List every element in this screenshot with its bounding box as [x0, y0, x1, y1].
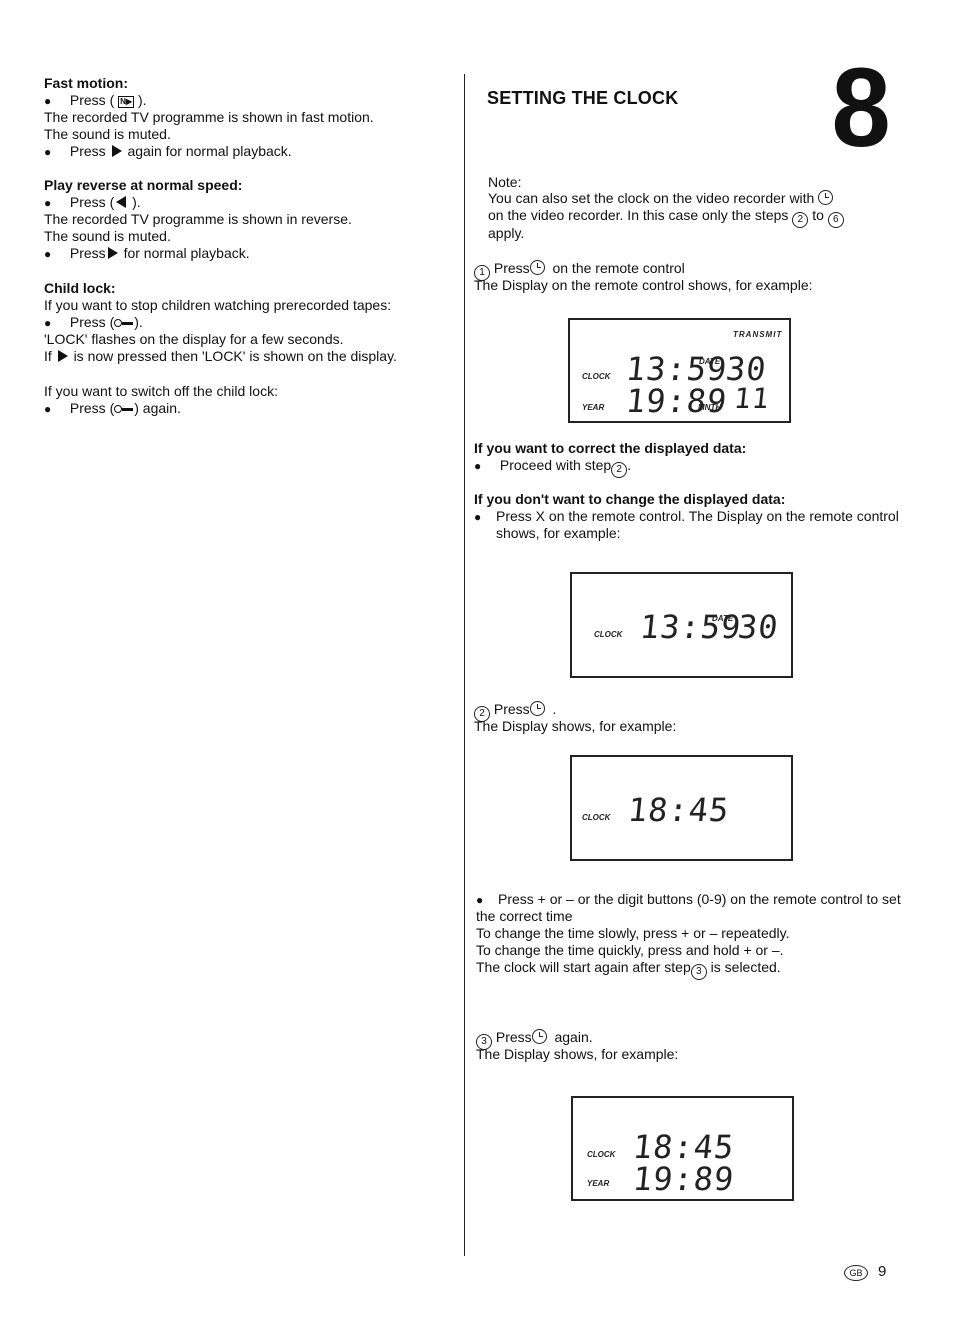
- date-label: DATE: [699, 357, 721, 366]
- transmit-indicator: TRANSMIT: [733, 330, 783, 339]
- clock-value: 18:45: [626, 791, 732, 829]
- play-reverse-step1: Press ( ).: [44, 194, 141, 212]
- year-value: 19:89: [631, 1160, 737, 1198]
- step2-line2: The Display shows, for example:: [474, 718, 677, 734]
- clock-label-flashing: CLOCK: [582, 813, 611, 822]
- correct-heading: If you want to correct the displayed dat…: [474, 440, 747, 456]
- play-reverse-step2: Press for normal playback.: [44, 245, 250, 263]
- fast-motion-line2: The sound is muted.: [44, 126, 171, 142]
- column-divider: [464, 74, 465, 1256]
- play-reverse-line1: The recorded TV programme is shown in re…: [44, 211, 352, 227]
- lcd-display-3: CLOCK 18:45: [570, 755, 793, 861]
- child-lock-heading: Child lock:: [44, 280, 116, 296]
- child-lock-switch-off-intro: If you want to switch off the child lock…: [44, 383, 278, 399]
- step-number-icon: 2: [792, 212, 809, 228]
- child-lock-line1: 'LOCK' flashes on the display for a few …: [44, 331, 344, 347]
- date-label: DATE: [712, 614, 734, 623]
- play-reverse-heading: Play reverse at normal speed:: [44, 177, 243, 193]
- step3-line2: The Display shows, for example:: [476, 1046, 679, 1062]
- fast-motion-line1: The recorded TV programme is shown in fa…: [44, 109, 374, 125]
- step-number-icon: 3: [690, 964, 707, 980]
- note-line1: You can also set the clock on the video …: [488, 190, 834, 207]
- child-lock-line2: If is now pressed then 'LOCK' is shown o…: [44, 348, 397, 364]
- fast-motion-heading: Fast motion:: [44, 75, 128, 91]
- lcd-display-2: CLOCK 13:59 DATE 30: [570, 572, 793, 678]
- fast-forward-button-icon: N▶: [118, 96, 135, 108]
- country-badge: GB: [844, 1265, 868, 1281]
- year-label-flashing: YEAR: [587, 1179, 610, 1188]
- clock-button-icon: [529, 701, 545, 716]
- month-value: 11: [732, 382, 772, 415]
- clock-label: CLOCK: [594, 630, 623, 639]
- reverse-play-icon: [116, 196, 127, 208]
- date-value: 30: [736, 608, 781, 646]
- clock-button-icon: [818, 190, 834, 205]
- lcd-display-1: TRANSMIT CLOCK 13:59 DATE 30 YEAR 19:89 …: [568, 318, 791, 423]
- clock-button-icon: [529, 260, 545, 275]
- child-lock-step1: Press ().: [44, 314, 143, 332]
- step-number-icon: 6: [827, 212, 844, 228]
- year-label: YEAR: [582, 403, 605, 412]
- play-icon: [107, 247, 118, 259]
- step1-line2: The Display on the remote control shows,…: [474, 277, 813, 293]
- instructions-line5: The clock will start again after step 3 i…: [476, 959, 781, 980]
- year-value: 19:89: [624, 382, 730, 420]
- child-lock-intro: If you want to stop children watching pr…: [44, 297, 392, 313]
- section-title: SETTING THE CLOCK: [487, 88, 679, 108]
- play-icon: [57, 350, 68, 362]
- note-line3: apply.: [488, 225, 525, 241]
- clock-label: CLOCK: [582, 372, 611, 381]
- step-number-icon: 2: [611, 462, 628, 478]
- note-line2: on the video recorder. In this case only…: [488, 207, 844, 228]
- play-icon: [111, 145, 122, 157]
- fast-motion-step2: Press again for normal playback.: [44, 143, 292, 161]
- note-label: Note:: [488, 174, 522, 190]
- correct-bullet: Proceed with step2.: [474, 457, 631, 478]
- child-lock-step2: Press () again.: [44, 400, 181, 418]
- instructions-line2: the correct time: [476, 908, 573, 924]
- nochange-heading: If you don't want to change the displaye…: [474, 491, 786, 507]
- nochange-bullet-line2: shows, for example:: [496, 525, 621, 541]
- key-icon: [114, 319, 134, 327]
- fast-motion-step1: Press ( N▶ ).: [44, 92, 147, 110]
- month-label: MNTH: [698, 403, 722, 412]
- play-reverse-line2: The sound is muted.: [44, 228, 171, 244]
- nochange-bullet-line1: Press X on the remote control. The Displ…: [474, 508, 899, 526]
- key-icon: [114, 405, 134, 413]
- clock-label: CLOCK: [587, 1150, 616, 1159]
- chapter-number: 8: [831, 45, 891, 170]
- lcd-display-4: CLOCK 18:45 YEAR 19:89: [571, 1096, 794, 1201]
- page-number: 9: [878, 1263, 887, 1280]
- instructions-line3: To change the time slowly, press + or – …: [476, 925, 790, 941]
- instructions-line4: To change the time quickly, press and ho…: [476, 942, 784, 958]
- instructions-line1: Press + or – or the digit buttons (0-9) …: [476, 891, 901, 909]
- clock-button-icon: [531, 1029, 547, 1044]
